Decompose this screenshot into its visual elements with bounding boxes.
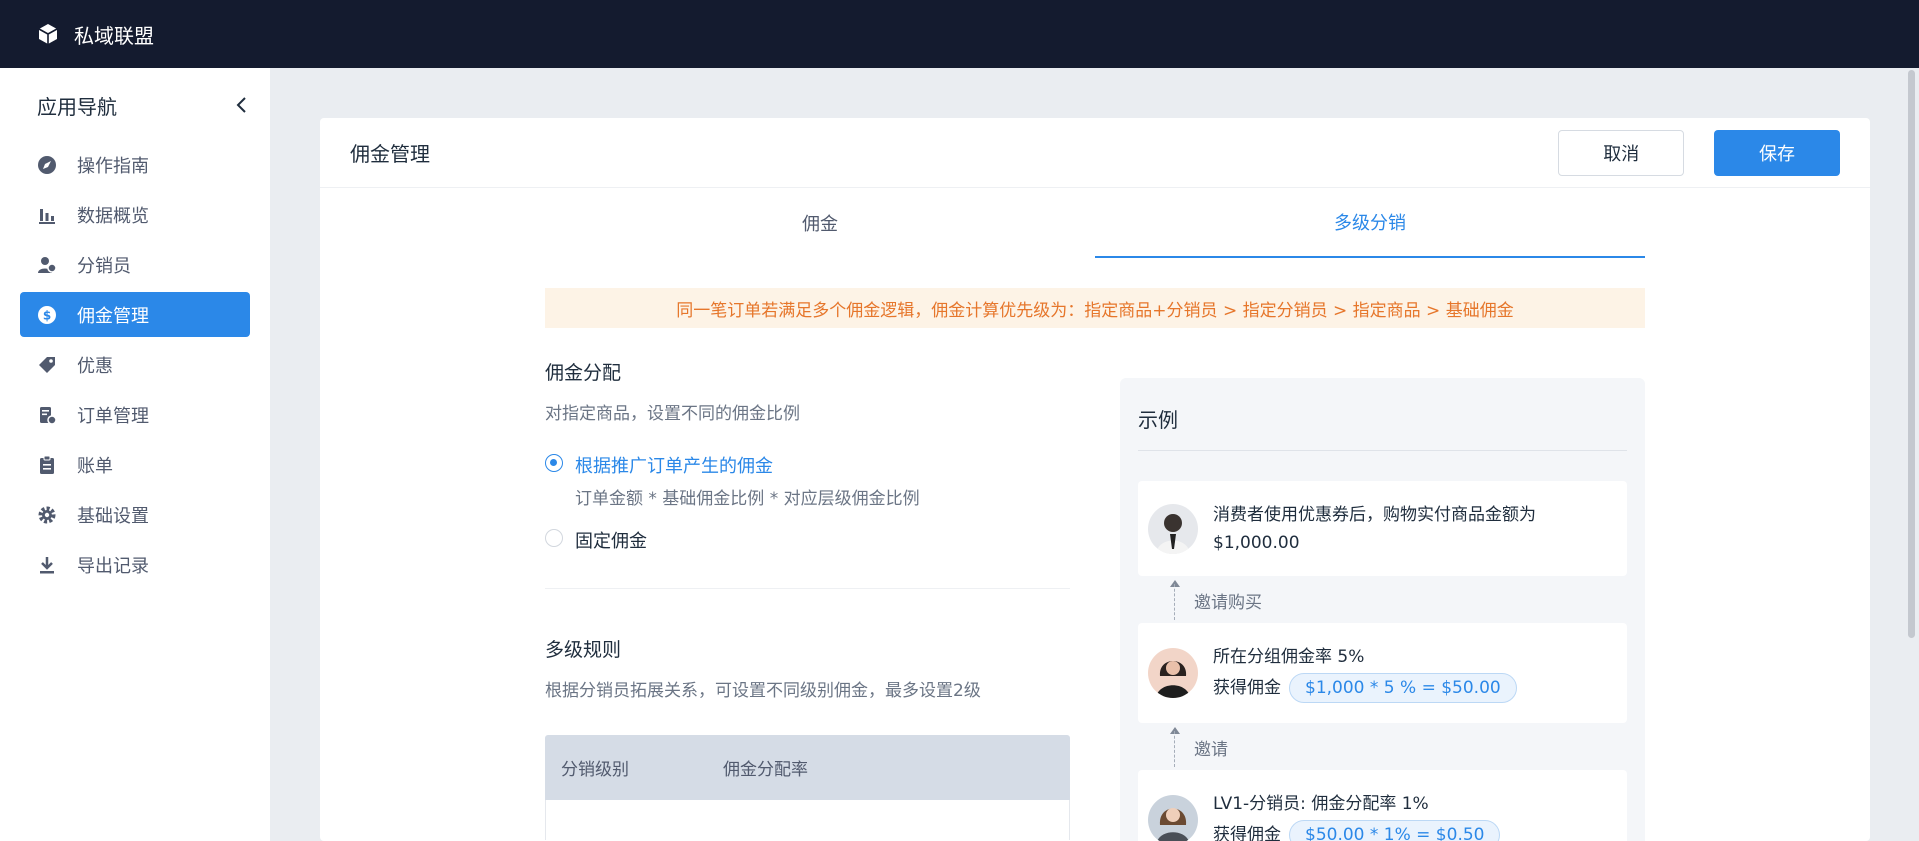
sidebar-item-overview[interactable]: 数据概览 [20, 192, 250, 237]
rules-desc: 根据分销员拓展关系，可设置不同级别佣金，最多设置2级 [545, 681, 981, 701]
top-bar: 私域联盟 [0, 0, 1919, 68]
sidebar-item-label: 导出记录 [77, 555, 149, 577]
cancel-button[interactable]: 取消 [1558, 129, 1685, 176]
tab-multilevel[interactable]: 多级分销 [1095, 188, 1645, 258]
page-title: 佣金管理 [350, 142, 430, 166]
radio-label: 根据推广订单产生的佣金 [575, 456, 773, 477]
sidebar-item-exports[interactable]: 导出记录 [20, 542, 250, 587]
sidebar-header: 应用导航 [0, 68, 270, 142]
avatar [1148, 795, 1198, 841]
example-title: 示例 [1138, 378, 1627, 451]
example-step-text: 消费者使用优惠券后，购物实付商品金额为 $1,000.00 [1213, 504, 1536, 553]
chevron-left-icon[interactable] [232, 95, 252, 115]
sidebar-item-label: 账单 [77, 455, 113, 477]
order-icon [37, 405, 57, 425]
connector-label: 邀请购买 [1194, 593, 1262, 613]
sidebar-item-bills[interactable]: 账单 [20, 442, 250, 487]
earning-label: 获得佣金 [1213, 678, 1281, 698]
save-button[interactable]: 保存 [1714, 129, 1840, 176]
tag-icon [37, 355, 57, 375]
example-step-content: 所在分组佣金率 5% 获得佣金 $1,000 * 5 % = $50.00 [1213, 643, 1517, 703]
sidebar-item-label: 优惠 [77, 355, 113, 377]
brand-name: 私域联盟 [74, 23, 154, 48]
radio-option-order-based[interactable]: 根据推广订单产生的佣金 订单金额 * 基础佣金比例 * 对应层级佣金比例 [545, 452, 1070, 509]
priority-notice: 同一笔订单若满足多个佣金逻辑，佣金计算优先级为：指定商品+分销员 > 指定分销员… [545, 288, 1645, 328]
example-step-content: LV1-分销员: 佣金分配率 1% 获得佣金 $50.00 * 1% = $0.… [1213, 790, 1501, 841]
radio-button-checked[interactable] [545, 454, 563, 472]
bar-chart-icon [37, 205, 57, 225]
allocation-desc: 对指定商品，设置不同的佣金比例 [545, 404, 800, 424]
sidebar-item-guide[interactable]: 操作指南 [20, 142, 250, 187]
arrow-up-icon [1170, 580, 1180, 587]
example-step-consumer: 消费者使用优惠券后，购物实付商品金额为 $1,000.00 [1138, 481, 1627, 576]
section-divider [545, 588, 1070, 589]
dashed-line [1174, 584, 1175, 620]
tab-commission[interactable]: 佣金 [545, 188, 1095, 258]
example-panel: 示例 消费者使用优惠券后，购物实付商品金额为 $1,000.00 邀请购买 所在… [1120, 378, 1645, 841]
column-header-level: 分销级别 [561, 760, 629, 780]
gear-icon [37, 505, 57, 525]
rules-title: 多级规则 [545, 639, 622, 661]
sidebar-item-label: 分销员 [77, 255, 131, 277]
radio-option-fixed[interactable]: 固定佣金 [545, 527, 1070, 553]
allocation-title: 佣金分配 [545, 362, 622, 384]
avatar [1148, 648, 1198, 698]
sidebar-item-orders[interactable]: 订单管理 [20, 392, 250, 437]
rocket-icon [37, 155, 57, 175]
sidebar-title: 应用导航 [37, 94, 117, 119]
sidebar-item-label: 基础设置 [77, 505, 149, 527]
example-step-group: 所在分组佣金率 5% 获得佣金 $1,000 * 5 % = $50.00 [1138, 623, 1627, 723]
card-header: 佣金管理 取消 保存 [320, 118, 1870, 188]
sidebar-item-distributors[interactable]: 分销员 [20, 242, 250, 287]
radio-label: 固定佣金 [575, 531, 647, 552]
avatar [1148, 503, 1198, 554]
users-icon [37, 255, 57, 275]
sidebar-item-label: 订单管理 [77, 405, 149, 427]
column-header-rate: 佣金分配率 [723, 760, 808, 780]
sidebar-item-commission[interactable]: $ 佣金管理 [20, 292, 250, 337]
levels-table-body [545, 800, 1070, 840]
radio-button[interactable] [545, 529, 563, 547]
radio-sub-text: 订单金额 * 基础佣金比例 * 对应层级佣金比例 [575, 489, 920, 509]
commission-card: 佣金管理 取消 保存 佣金 多级分销 同一笔订单若满足多个佣金逻辑，佣金计算优先… [320, 118, 1870, 841]
sidebar-item-settings[interactable]: 基础设置 [20, 492, 250, 537]
sidebar-item-discount[interactable]: 优惠 [20, 342, 250, 387]
header-actions: 取消 保存 [1558, 129, 1840, 176]
connector-invite: 邀请 [1138, 723, 1627, 770]
sidebar-item-label: 操作指南 [77, 155, 149, 177]
example-step-line: 所在分组佣金率 5% [1213, 647, 1365, 667]
page-scrollbar[interactable] [1908, 70, 1915, 638]
formula-badge: $50.00 * 1% = $0.50 [1289, 820, 1501, 841]
sidebar-item-label: 佣金管理 [77, 305, 149, 327]
connector-label: 邀请 [1194, 740, 1228, 760]
earning-label: 获得佣金 [1213, 825, 1281, 841]
example-step-line: LV1-分销员: 佣金分配率 1% [1213, 794, 1429, 814]
connector-invite-buy: 邀请购买 [1138, 576, 1627, 623]
dollar-icon: $ [37, 305, 57, 325]
download-icon [37, 555, 57, 575]
sidebar-item-label: 数据概览 [77, 205, 149, 227]
earning-row: 获得佣金 $1,000 * 5 % = $50.00 [1213, 673, 1517, 703]
sidebar: 应用导航 操作指南 数据概览 分销员 $ 佣金管理 优惠 订单管理 账单 基础设… [0, 68, 270, 841]
arrow-up-icon [1170, 727, 1180, 734]
example-step-lv1: LV1-分销员: 佣金分配率 1% 获得佣金 $50.00 * 1% = $0.… [1138, 770, 1627, 841]
formula-badge: $1,000 * 5 % = $50.00 [1289, 673, 1517, 703]
svg-text:$: $ [43, 308, 51, 322]
levels-table-header: 分销级别 佣金分配率 [545, 735, 1070, 800]
earning-row: 获得佣金 $50.00 * 1% = $0.50 [1213, 820, 1501, 841]
dashed-line [1174, 731, 1175, 767]
clipboard-icon [37, 455, 57, 475]
cube-logo-icon [38, 24, 58, 44]
settings-column: 佣金分配 对指定商品，设置不同的佣金比例 根据推广订单产生的佣金 订单金额 * … [545, 358, 1070, 840]
tab-bar: 佣金 多级分销 [545, 188, 1645, 258]
